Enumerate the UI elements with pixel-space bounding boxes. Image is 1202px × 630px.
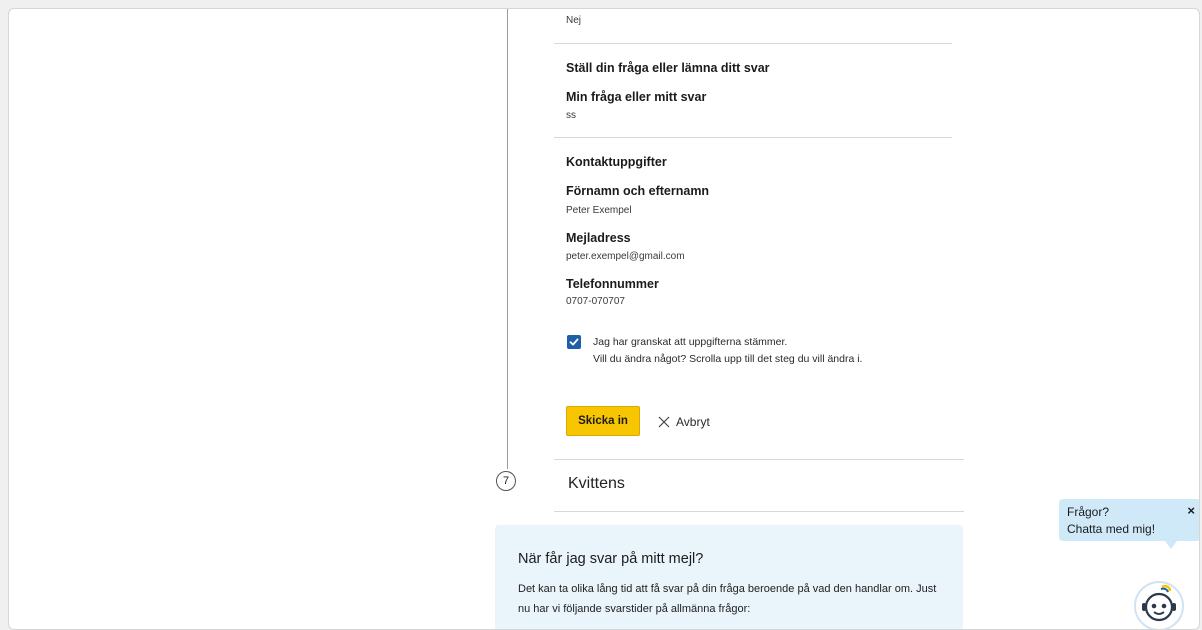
close-icon — [658, 416, 670, 428]
page-frame: Nej Ställ din fråga eller lämna ditt sva… — [8, 8, 1200, 630]
chatbot-avatar[interactable] — [1134, 581, 1184, 629]
confirm-checkbox[interactable] — [567, 335, 581, 349]
submit-button[interactable]: Skicka in — [566, 406, 640, 436]
cancel-label: Avbryt — [676, 415, 710, 429]
info-title: När får jag svar på mitt mejl? — [518, 551, 704, 567]
question-section-title: Ställ din fråga eller lämna ditt svar — [566, 61, 770, 75]
receipt-step-title[interactable]: Kvittens — [568, 475, 625, 493]
chat-bubble[interactable]: Frågor? Chatta med mig! × — [1059, 499, 1199, 549]
question-value: ss — [566, 110, 576, 121]
email-value: peter.exempel@gmail.com — [566, 251, 685, 262]
confirm-line-1: Jag har granskat att uppgifterna stämmer… — [593, 336, 788, 348]
chat-close-icon[interactable]: × — [1187, 502, 1195, 519]
step-timeline-line — [507, 9, 508, 469]
name-label: Förnamn och efternamn — [566, 184, 710, 198]
chat-line-1: Frågor? — [1067, 505, 1110, 519]
contact-section-title: Kontaktuppgifter — [566, 155, 667, 169]
robot-icon — [1142, 584, 1176, 622]
divider — [554, 511, 964, 512]
phone-label: Telefonnummer — [566, 277, 659, 291]
checkmark-icon — [569, 338, 579, 346]
confirm-line-2: Vill du ändra något? Scrolla upp till de… — [593, 353, 863, 365]
previous-answer-value: Nej — [566, 15, 582, 26]
phone-value: 0707-070707 — [566, 296, 625, 307]
info-body: Det kan ta olika lång tid att få svar på… — [518, 583, 937, 615]
divider — [554, 459, 964, 460]
info-box: När får jag svar på mitt mejl? Det kan t… — [495, 525, 963, 629]
chat-line-2: Chatta med mig! — [1067, 522, 1156, 536]
confirm-text: Jag har granskat att uppgifterna stämmer… — [593, 334, 862, 368]
divider — [554, 43, 952, 44]
email-label: Mejladress — [566, 231, 631, 245]
step-number-badge: 7 — [496, 471, 516, 491]
question-label: Min fråga eller mitt svar — [566, 90, 707, 104]
name-value: Peter Exempel — [566, 205, 632, 216]
divider — [554, 137, 952, 138]
cancel-button[interactable]: Avbryt — [658, 411, 710, 433]
